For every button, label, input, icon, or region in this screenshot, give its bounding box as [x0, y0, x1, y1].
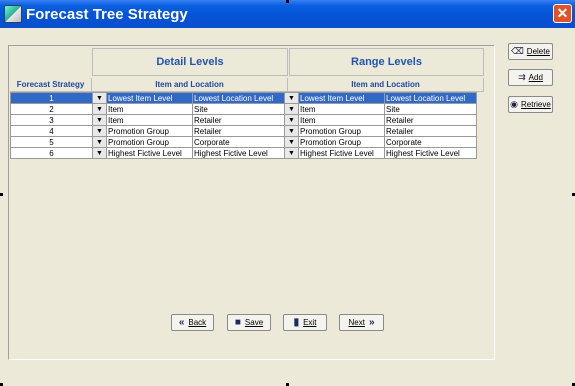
- strategy-number-cell: 6: [10, 147, 93, 159]
- strategy-number-cell: 4: [10, 125, 93, 137]
- detail-item-cell[interactable]: Promotion Group: [106, 125, 193, 137]
- range-dropdown-arrow[interactable]: ▼: [284, 136, 299, 148]
- retrieve-button-label: Retrieve: [521, 100, 551, 109]
- add-button[interactable]: ⇉ Add: [508, 69, 553, 86]
- exit-door-icon: ▮: [293, 317, 300, 328]
- strategy-number-cell: 2: [10, 103, 93, 115]
- detail-location-cell[interactable]: Corporate: [192, 136, 285, 148]
- detail-location-cell[interactable]: Site: [192, 103, 285, 115]
- detail-item-location-column-header[interactable]: Item and Location: [92, 78, 288, 92]
- table-row[interactable]: 3 ▼ Item Retailer ▼ Item Retailer: [10, 114, 477, 126]
- range-item-location-column-header[interactable]: Item and Location: [288, 78, 484, 92]
- detail-dropdown-arrow[interactable]: ▼: [92, 136, 107, 148]
- resize-grip-left[interactable]: [0, 193, 3, 196]
- exit-button-label: Exit: [303, 318, 317, 327]
- forecast-strategy-column-header[interactable]: Forecast Strategy: [10, 78, 92, 92]
- exit-button[interactable]: ▮ Exit: [283, 314, 327, 331]
- back-arrows-icon: «: [178, 317, 185, 328]
- range-dropdown-arrow[interactable]: ▼: [284, 147, 299, 159]
- range-location-cell[interactable]: Highest Fictive Level: [384, 147, 477, 159]
- detail-dropdown-arrow[interactable]: ▼: [92, 92, 107, 104]
- window-title: Forecast Tree Strategy: [26, 5, 188, 23]
- strategy-grid: Detail Levels Range Levels Forecast Stra…: [8, 45, 495, 360]
- range-item-cell[interactable]: Item: [298, 114, 385, 126]
- detail-location-cell[interactable]: Retailer: [192, 114, 285, 126]
- table-row[interactable]: 6 ▼ Highest Fictive Level Highest Fictive L…: [10, 147, 477, 159]
- strategy-number-cell: 1: [10, 92, 93, 104]
- retrieve-globe-icon: ◉: [510, 99, 519, 109]
- detail-item-cell[interactable]: Item: [106, 103, 193, 115]
- add-row-icon: ⇉: [518, 72, 526, 82]
- delete-button[interactable]: ⌫ Delete: [508, 43, 553, 60]
- range-location-cell[interactable]: Site: [384, 103, 477, 115]
- app-icon: [4, 5, 22, 23]
- range-dropdown-arrow[interactable]: ▼: [284, 92, 299, 104]
- range-item-cell[interactable]: Highest Fictive Level: [298, 147, 385, 159]
- close-button[interactable]: ✕: [553, 4, 572, 23]
- detail-dropdown-arrow[interactable]: ▼: [92, 125, 107, 137]
- detail-location-cell[interactable]: Highest Fictive Level: [192, 147, 285, 159]
- detail-dropdown-arrow[interactable]: ▼: [92, 103, 107, 115]
- next-button-label: Next: [348, 318, 365, 327]
- next-button[interactable]: Next »: [339, 314, 384, 331]
- back-button[interactable]: « Back: [171, 314, 214, 331]
- title-bar: Forecast Tree Strategy ✕: [0, 0, 575, 28]
- range-location-cell[interactable]: Retailer: [384, 114, 477, 126]
- detail-location-cell[interactable]: Lowest Location Level: [192, 92, 285, 104]
- strategy-number-cell: 5: [10, 136, 93, 148]
- range-item-cell[interactable]: Lowest Item Level: [298, 92, 385, 104]
- save-button[interactable]: ■ Save: [227, 314, 271, 331]
- table-row[interactable]: 1 ▼ Lowest Item Level Lowest Location Level…: [10, 92, 477, 104]
- delete-button-label: Delete: [526, 47, 550, 56]
- floppy-disk-icon: ■: [234, 317, 241, 328]
- table-row[interactable]: 4 ▼ Promotion Group Retailer ▼ Promotion Grou…: [10, 125, 477, 137]
- back-button-label: Back: [188, 318, 207, 327]
- detail-dropdown-arrow[interactable]: ▼: [92, 147, 107, 159]
- strategy-number-cell: 3: [10, 114, 93, 126]
- table-row[interactable]: 5 ▼ Promotion Group Corporate ▼ Promotion Gro…: [10, 136, 477, 148]
- table-row[interactable]: 2 ▼ Item Site ▼ Item Site: [10, 103, 477, 115]
- range-levels-header: Range Levels: [289, 48, 484, 76]
- resize-grip-top[interactable]: [286, 0, 289, 3]
- detail-item-cell[interactable]: Item: [106, 114, 193, 126]
- detail-item-cell[interactable]: Highest Fictive Level: [106, 147, 193, 159]
- range-dropdown-arrow[interactable]: ▼: [284, 114, 299, 126]
- detail-location-cell[interactable]: Retailer: [192, 125, 285, 137]
- range-location-cell[interactable]: Lowest Location Level: [384, 92, 477, 104]
- range-dropdown-arrow[interactable]: ▼: [284, 103, 299, 115]
- range-item-cell[interactable]: Promotion Group: [298, 125, 385, 137]
- detail-item-cell[interactable]: Promotion Group: [106, 136, 193, 148]
- range-location-cell[interactable]: Retailer: [384, 125, 477, 137]
- eraser-icon: ⌫: [511, 46, 524, 56]
- next-arrows-icon: »: [368, 317, 375, 328]
- detail-item-cell[interactable]: Lowest Item Level: [106, 92, 193, 104]
- detail-dropdown-arrow[interactable]: ▼: [92, 114, 107, 126]
- add-button-label: Add: [528, 73, 543, 82]
- retrieve-button[interactable]: ◉ Retrieve: [508, 96, 553, 113]
- range-location-cell[interactable]: Corporate: [384, 136, 477, 148]
- dialog-client: Detail Levels Range Levels Forecast Stra…: [0, 28, 575, 386]
- range-item-cell[interactable]: Promotion Group: [298, 136, 385, 148]
- close-icon: ✕: [556, 5, 569, 21]
- strategy-table: 1 ▼ Lowest Item Level Lowest Location Level…: [10, 92, 477, 159]
- range-item-cell[interactable]: Item: [298, 103, 385, 115]
- save-button-label: Save: [244, 318, 264, 327]
- range-dropdown-arrow[interactable]: ▼: [284, 125, 299, 137]
- detail-levels-header: Detail Levels: [92, 48, 288, 76]
